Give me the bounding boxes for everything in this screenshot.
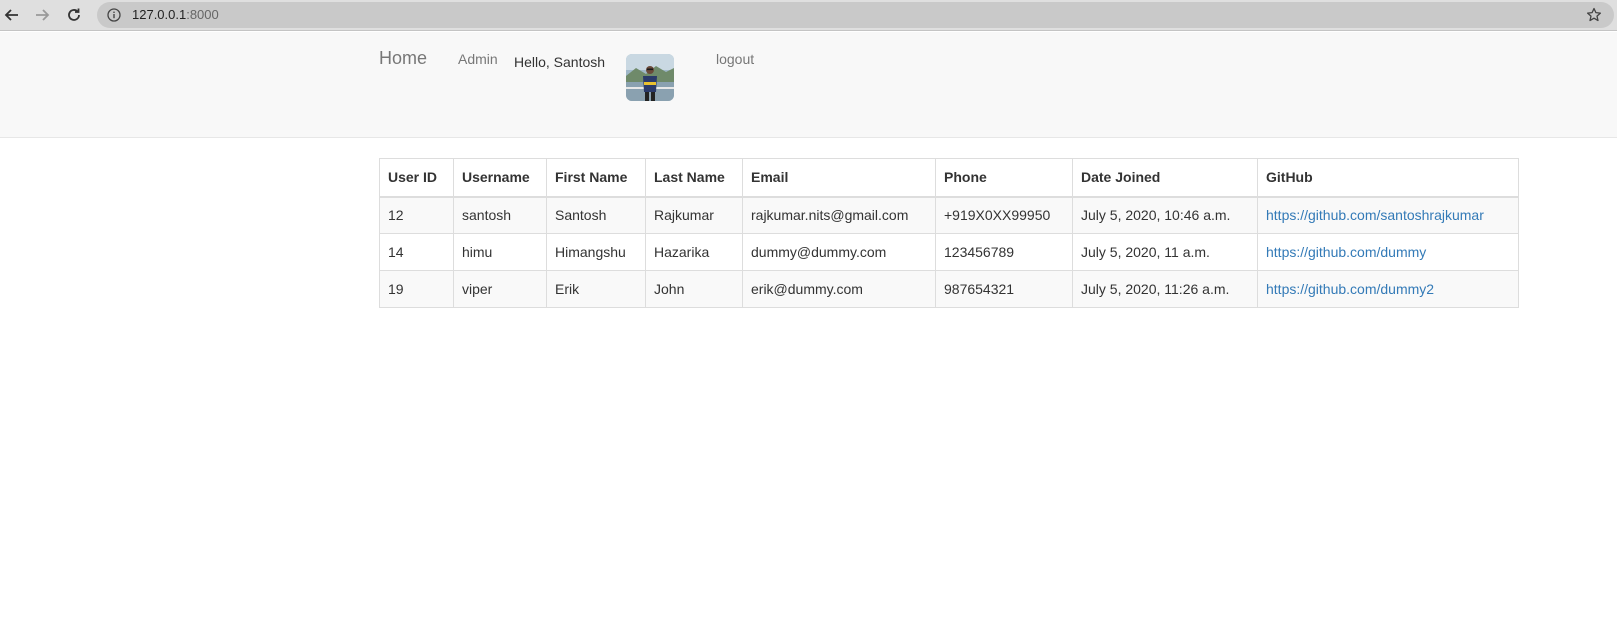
col-header-username: Username: [453, 158, 547, 198]
table-header-row: User ID Username First Name Last Name Em…: [379, 158, 1519, 198]
cell-github: https://github.com/dummy: [1257, 233, 1519, 271]
github-link[interactable]: https://github.com/santoshrajkumar: [1266, 207, 1484, 223]
cell-username: himu: [453, 233, 547, 271]
browser-toolbar: 127.0.0.1:8000: [0, 0, 1617, 31]
table-row: 14 himu Himangshu Hazarika dummy@dummy.c…: [379, 233, 1519, 271]
github-link[interactable]: https://github.com/dummy: [1266, 244, 1426, 260]
cell-email: dummy@dummy.com: [742, 233, 936, 271]
cell-phone: 987654321: [935, 270, 1073, 308]
avatar: [626, 54, 674, 101]
cell-date-joined: July 5, 2020, 10:46 a.m.: [1072, 196, 1258, 234]
cell-username: santosh: [453, 196, 547, 234]
users-table: User ID Username First Name Last Name Em…: [379, 158, 1519, 308]
cell-last-name: Hazarika: [645, 233, 743, 271]
nav-admin-link[interactable]: Admin: [458, 51, 498, 67]
col-header-user-id: User ID: [379, 158, 454, 198]
col-header-phone: Phone: [935, 158, 1073, 198]
col-header-date-joined: Date Joined: [1072, 158, 1258, 198]
col-header-email: Email: [742, 158, 936, 198]
address-bar[interactable]: 127.0.0.1:8000: [97, 2, 1614, 28]
cell-date-joined: July 5, 2020, 11 a.m.: [1072, 233, 1258, 271]
cell-email: erik@dummy.com: [742, 270, 936, 308]
table-row: 19 viper Erik John erik@dummy.com 987654…: [379, 270, 1519, 308]
url-port: :8000: [186, 7, 219, 22]
cell-github: https://github.com/dummy2: [1257, 270, 1519, 308]
forward-arrow-icon[interactable]: [30, 3, 54, 27]
col-header-last-name: Last Name: [645, 158, 743, 198]
table-row: 12 santosh Santosh Rajkumar rajkumar.nit…: [379, 196, 1519, 234]
cell-email: rajkumar.nits@gmail.com: [742, 196, 936, 234]
nav-home-link[interactable]: Home: [379, 48, 427, 69]
cell-last-name: John: [645, 270, 743, 308]
cell-username: viper: [453, 270, 547, 308]
cell-date-joined: July 5, 2020, 11:26 a.m.: [1072, 270, 1258, 308]
cell-first-name: Himangshu: [546, 233, 646, 271]
info-icon[interactable]: [107, 8, 121, 22]
url-text: 127.0.0.1:8000: [132, 7, 219, 22]
reload-icon[interactable]: [62, 3, 86, 27]
bookmark-star-icon[interactable]: [1586, 7, 1602, 23]
cell-user-id: 12: [379, 196, 454, 234]
url-host: 127.0.0.1: [132, 7, 187, 22]
col-header-first-name: First Name: [546, 158, 646, 198]
cell-phone: +919X0XX99950: [935, 196, 1073, 234]
col-header-github: GitHub: [1257, 158, 1519, 198]
cell-first-name: Santosh: [546, 196, 646, 234]
greeting-text: Hello, Santosh: [514, 54, 606, 70]
nav-logout-link[interactable]: logout: [716, 51, 754, 67]
cell-github: https://github.com/santoshrajkumar: [1257, 196, 1519, 234]
cell-phone: 123456789: [935, 233, 1073, 271]
site-navbar: Home Admin Hello, Santosh logout: [0, 32, 1617, 138]
cell-last-name: Rajkumar: [645, 196, 743, 234]
github-link[interactable]: https://github.com/dummy2: [1266, 281, 1434, 297]
back-arrow-icon[interactable]: [0, 3, 24, 27]
cell-user-id: 19: [379, 270, 454, 308]
cell-user-id: 14: [379, 233, 454, 271]
cell-first-name: Erik: [546, 270, 646, 308]
